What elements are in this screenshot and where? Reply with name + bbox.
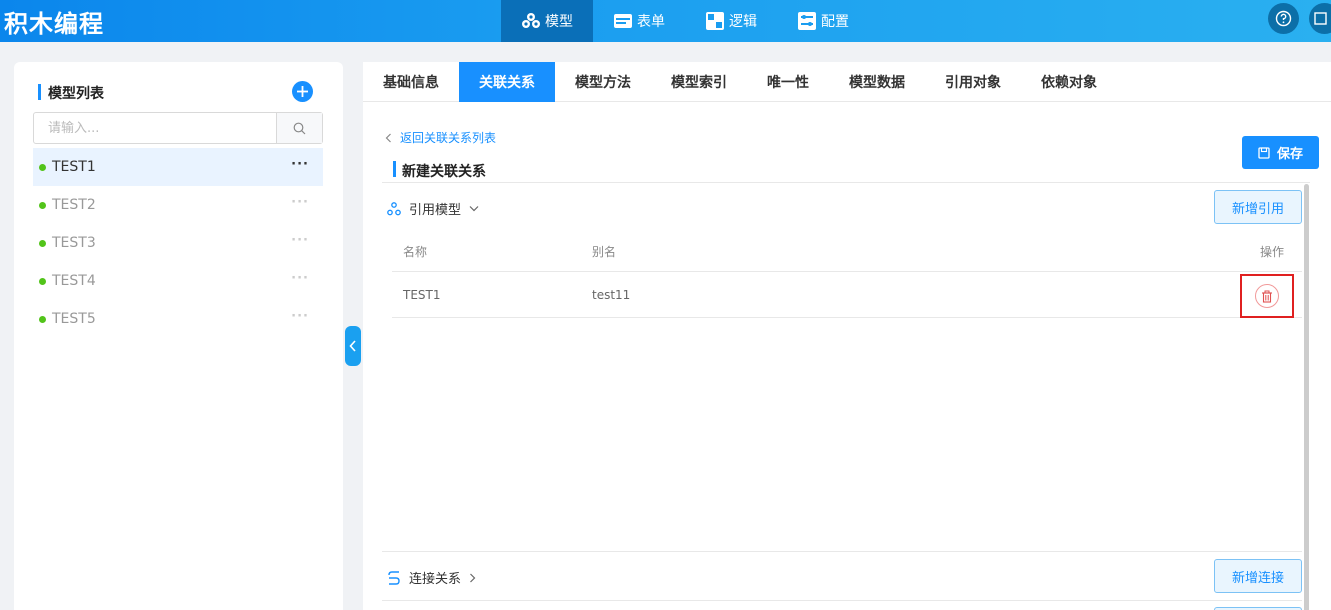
model-search	[33, 112, 323, 144]
column-alias: 别名	[592, 245, 617, 259]
add-model-button[interactable]	[292, 81, 313, 102]
chevron-left-icon	[385, 133, 391, 142]
help-icon	[1275, 10, 1292, 27]
link-icon	[388, 570, 400, 585]
tab-dependencies[interactable]: 依赖对象	[1021, 62, 1117, 102]
save-button[interactable]: 保存	[1242, 136, 1319, 169]
more-icon[interactable]: ···	[291, 233, 309, 248]
model-list-title: 模型列表	[38, 83, 104, 103]
model-name: TEST1	[52, 159, 96, 175]
status-dot	[39, 163, 46, 171]
form-icon	[614, 14, 632, 28]
search-icon	[293, 122, 306, 134]
help-button[interactable]	[1268, 3, 1299, 34]
table-header: 名称 别名 操作	[392, 232, 1302, 272]
model-item-test3[interactable]: TEST3 ···	[33, 224, 323, 262]
tab-referenced-by[interactable]: 引用对象	[925, 62, 1021, 102]
nav-model-label: 模型	[545, 14, 573, 30]
nav-config-label: 配置	[821, 14, 849, 30]
save-label: 保存	[1276, 147, 1303, 162]
app-brand: 积木编程	[4, 10, 104, 38]
reference-table: 名称 别名 操作 TEST1 test11	[392, 232, 1302, 318]
more-icon[interactable]: ···	[291, 271, 309, 286]
column-name: 名称	[403, 245, 428, 259]
cubes-icon	[522, 13, 540, 28]
save-icon	[1258, 146, 1270, 159]
more-icon[interactable]: ···	[291, 195, 309, 210]
tab-relations[interactable]: 关联关系	[459, 62, 555, 102]
delete-button[interactable]	[1255, 284, 1279, 308]
back-link-label: 返回关联关系列表	[400, 131, 497, 145]
chevron-left-icon	[349, 340, 356, 352]
nav-config[interactable]: 配置	[777, 0, 869, 42]
main-nav: 模型 表单 逻辑 配置	[501, 0, 869, 42]
model-list-panel: 模型列表 TEST1 ··· TEST2 ··· TEST3 ···	[14, 62, 343, 610]
chevron-down-icon	[469, 206, 479, 212]
divider	[382, 551, 1302, 552]
connection-title: 连接关系	[409, 572, 462, 587]
status-dot	[39, 201, 46, 209]
nav-model[interactable]: 模型	[501, 0, 593, 42]
nav-form-label: 表单	[637, 14, 665, 30]
table-row: TEST1 test11	[392, 272, 1302, 318]
ref-model-title: 引用模型	[409, 203, 462, 218]
divider	[382, 600, 1302, 601]
top-bar: 积木编程 模型 表单 逻辑 配置	[0, 0, 1331, 42]
status-dot	[39, 239, 46, 247]
model-name: TEST2	[52, 197, 96, 213]
row-alias: test11	[592, 287, 631, 302]
row-name: TEST1	[403, 287, 441, 302]
more-icon[interactable]: ···	[291, 157, 309, 172]
config-icon	[798, 12, 816, 30]
model-tabs: 基础信息 关联关系 模型方法 模型索引 唯一性 模型数据 引用对象 依赖对象	[363, 62, 1331, 102]
window-button[interactable]	[1309, 3, 1331, 34]
chevron-right-icon	[470, 573, 476, 582]
model-ref-icon	[387, 201, 401, 215]
delete-highlight	[1240, 274, 1294, 318]
model-name: TEST4	[52, 273, 96, 289]
tab-methods[interactable]: 模型方法	[555, 62, 651, 102]
tab-indexes[interactable]: 模型索引	[651, 62, 747, 102]
ref-model-section-header[interactable]: 引用模型	[387, 199, 487, 218]
status-dot	[39, 315, 46, 323]
model-item-test1[interactable]: TEST1 ···	[33, 148, 323, 186]
search-button[interactable]	[276, 113, 322, 143]
nav-logic[interactable]: 逻辑	[685, 0, 777, 42]
tab-basic-info[interactable]: 基础信息	[363, 62, 459, 102]
model-item-test4[interactable]: TEST4 ···	[33, 262, 323, 300]
model-item-test2[interactable]: TEST2 ···	[33, 186, 323, 224]
window-icon	[1314, 12, 1327, 25]
nav-logic-label: 逻辑	[729, 14, 757, 30]
tab-uniqueness[interactable]: 唯一性	[747, 62, 829, 102]
nav-form[interactable]: 表单	[593, 0, 685, 42]
model-search-input[interactable]	[34, 113, 276, 143]
column-action: 操作	[1259, 245, 1284, 259]
page-title: 新建关联关系	[393, 161, 486, 181]
model-item-test5[interactable]: TEST5 ···	[33, 300, 323, 338]
plus-icon	[297, 86, 308, 97]
status-dot	[39, 277, 46, 285]
add-connection-button[interactable]: 新增连接	[1214, 559, 1302, 593]
model-name: TEST3	[52, 235, 96, 251]
add-reference-button[interactable]: 新增引用	[1214, 190, 1302, 224]
scrollbar[interactable]	[1304, 184, 1309, 610]
main-panel: 基础信息 关联关系 模型方法 模型索引 唯一性 模型数据 引用对象 依赖对象 返…	[363, 62, 1331, 610]
tab-model-data[interactable]: 模型数据	[829, 62, 925, 102]
trash-icon	[1262, 290, 1272, 303]
logic-icon	[706, 12, 724, 30]
collapse-sidebar-button[interactable]	[345, 326, 361, 366]
connection-section-header[interactable]: 连接关系	[387, 568, 484, 587]
more-icon[interactable]: ···	[291, 309, 309, 324]
model-list: TEST1 ··· TEST2 ··· TEST3 ··· TEST4 ··· …	[33, 148, 323, 338]
model-name: TEST5	[52, 311, 96, 327]
back-to-relations-link[interactable]: 返回关联关系列表	[385, 129, 496, 146]
